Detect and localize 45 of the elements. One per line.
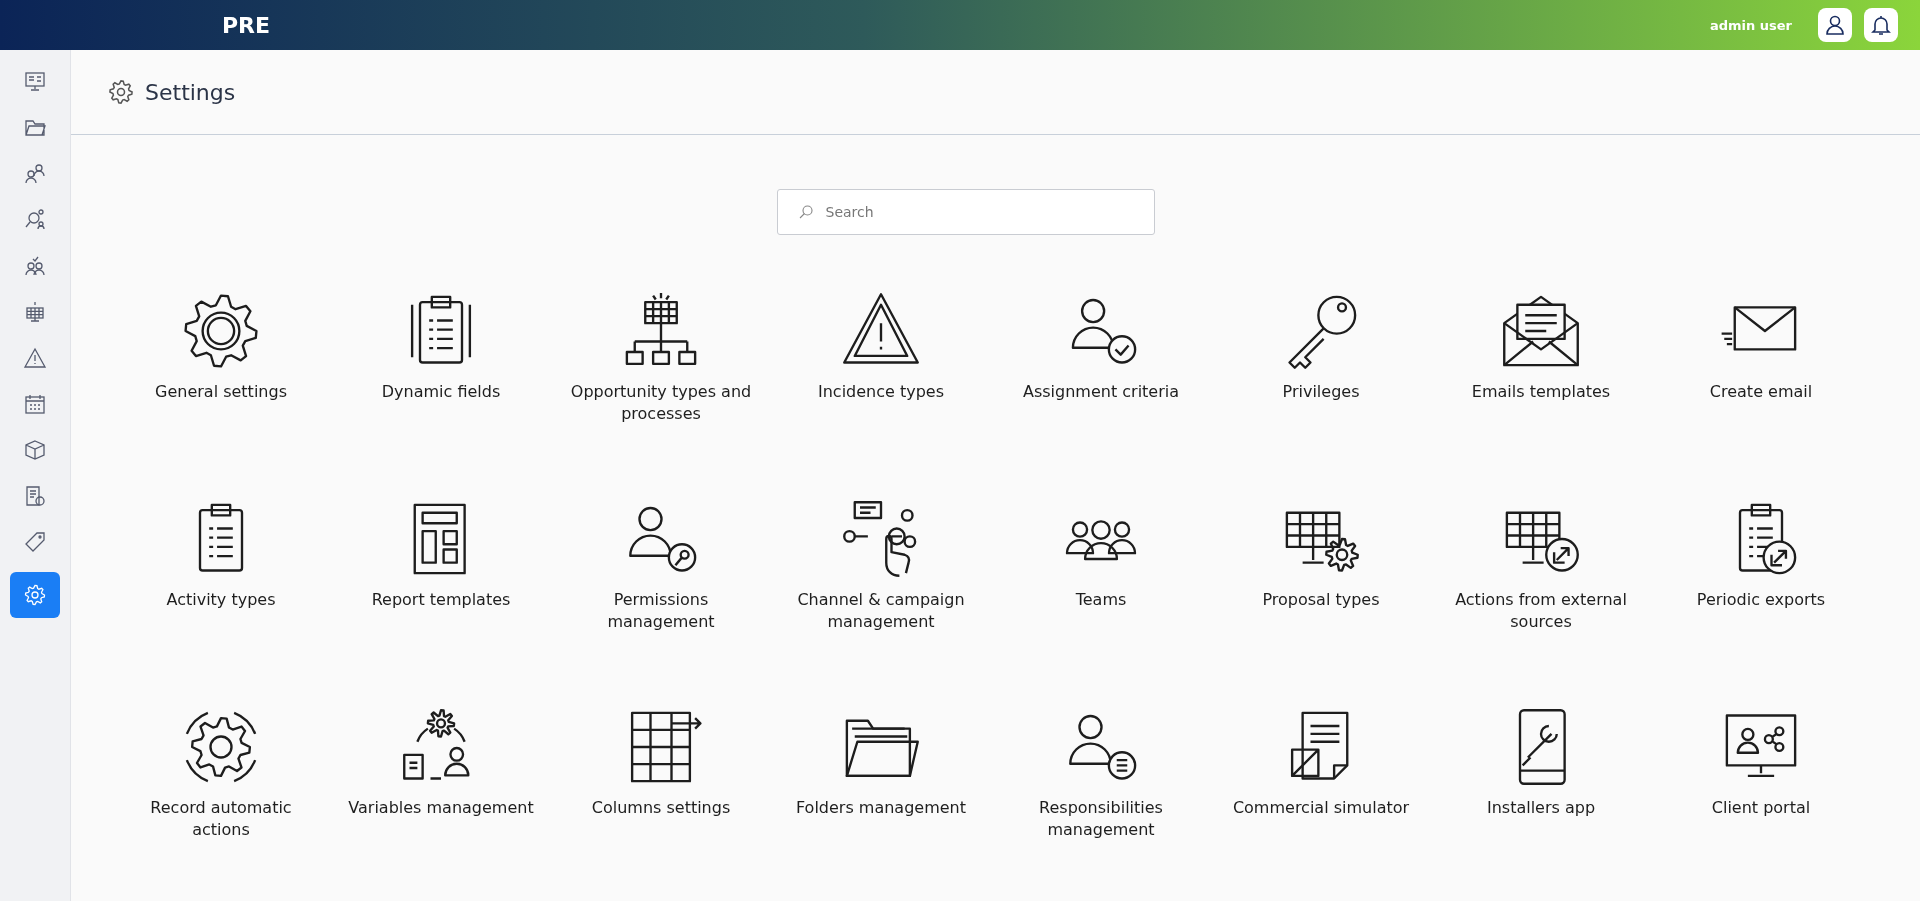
solar-panel-icon [23, 300, 47, 324]
gear-icon [107, 78, 135, 106]
settings-tile[interactable]: Dynamic fields [331, 289, 551, 457]
settings-tile[interactable]: Actions from external sources [1431, 497, 1651, 665]
settings-tile[interactable]: Teams [991, 497, 1211, 665]
price-tag-icon [23, 530, 47, 554]
settings-tile[interactable]: Activity types [111, 497, 331, 665]
settings-tile[interactable]: Channel & campaign management [771, 497, 991, 665]
user-button[interactable] [1818, 8, 1852, 42]
user-icon [1823, 13, 1847, 37]
settings-tile[interactable]: Report templates [331, 497, 551, 665]
search-field[interactable]: Search [776, 189, 1155, 235]
settings-tile[interactable]: General settings [111, 289, 331, 457]
page-title: Settings [145, 79, 236, 105]
user-search-icon [23, 208, 47, 232]
settings-tile[interactable]: Client portal [1651, 705, 1871, 873]
invoice-icon [23, 484, 47, 508]
settings-tile[interactable]: Installers app [1431, 705, 1651, 873]
settings-tile[interactable]: Proposal types [1211, 497, 1431, 665]
sidebar-item[interactable] [10, 572, 60, 618]
settings-tile[interactable]: Assignment criteria [991, 289, 1211, 457]
settings-tile[interactable]: Emails templates [1431, 289, 1651, 457]
settings-tile[interactable]: Opportunity types and processes [551, 289, 771, 457]
users-check-icon [23, 254, 47, 278]
monitor-icon [23, 70, 47, 94]
box-icon [23, 438, 47, 462]
settings-tile[interactable]: Folders management [771, 705, 991, 873]
user-name: admin user [1709, 17, 1792, 33]
settings-tile[interactable]: Commercial simulator [1211, 705, 1431, 873]
settings-tile[interactable]: Record automatic actions [111, 705, 331, 873]
settings-tile[interactable]: Permissions management [551, 497, 771, 665]
settings-tile[interactable]: Variables management [331, 705, 551, 873]
users-icon [23, 162, 47, 186]
settings-tile[interactable]: Incidence types [771, 289, 991, 457]
settings-tile[interactable]: Responsibilities management [991, 705, 1211, 873]
warning-icon [23, 346, 47, 370]
calendar-icon [23, 392, 47, 416]
settings-tile[interactable]: Periodic exports [1651, 497, 1871, 665]
settings-tile[interactable]: Privileges [1211, 289, 1431, 457]
notifications-button[interactable] [1864, 8, 1898, 42]
settings-tile[interactable]: Columns settings [551, 705, 771, 873]
settings-tile[interactable]: Create email [1651, 289, 1871, 457]
gear-icon [23, 583, 47, 607]
bell-icon [1869, 13, 1893, 37]
logo: PRE [222, 12, 271, 38]
